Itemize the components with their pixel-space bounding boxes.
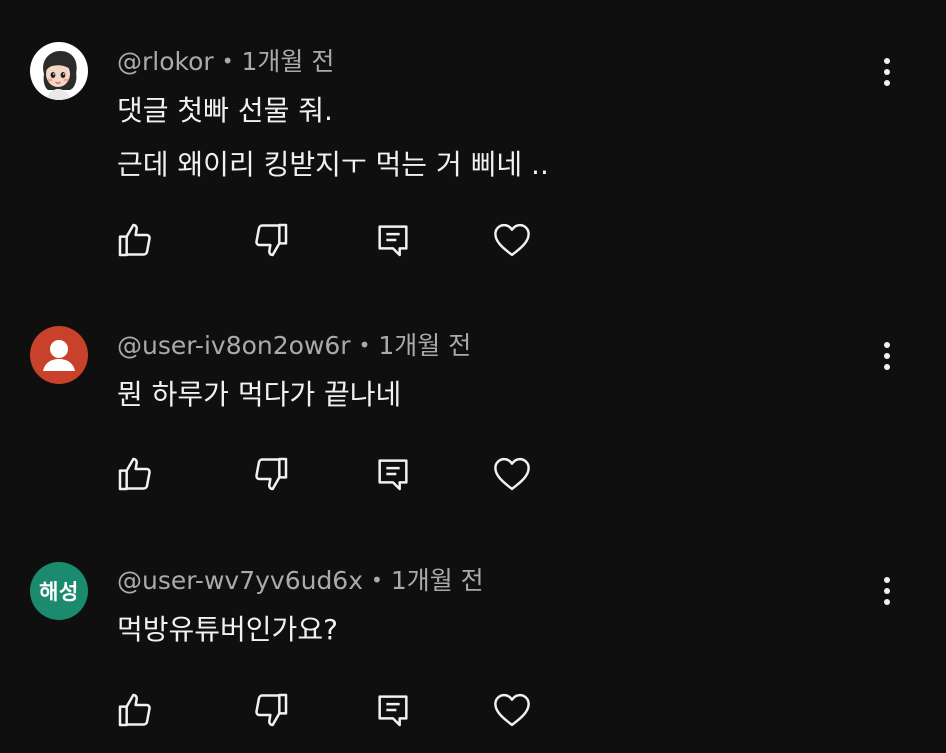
thumbs-down-icon [255, 693, 288, 727]
comment-text: 댓글 첫빠 선물 줘. 근데 왜이리 킹받지ㅜ 먹는 거 삐네 .. [117, 84, 549, 192]
avatar-text: 해성 [39, 580, 79, 604]
avatar-image [43, 51, 77, 100]
heart-button[interactable] [484, 446, 540, 502]
reply-icon [378, 695, 408, 727]
thumbs-down-icon [255, 223, 288, 257]
comment-username[interactable]: @user-wv7yv6ud6x [117, 566, 363, 595]
reply-button[interactable] [365, 682, 421, 738]
thumbs-up-icon [118, 223, 151, 257]
heart-icon [494, 223, 530, 257]
user-avatar[interactable] [30, 326, 88, 384]
more-options-button[interactable] [872, 571, 902, 611]
comment-username[interactable]: @rlokor [117, 47, 214, 76]
meta-separator: • [221, 49, 234, 73]
reply-button[interactable] [365, 212, 421, 268]
like-button[interactable] [107, 682, 163, 738]
comment-meta: @user-iv8on2ow6r • 1개월 전 [117, 330, 471, 361]
reply-button[interactable] [365, 446, 421, 502]
comment-username[interactable]: @user-iv8on2ow6r [117, 331, 351, 360]
more-vertical-icon [884, 577, 890, 605]
thumbs-up-icon [118, 457, 151, 491]
comment-meta: @rlokor • 1개월 전 [117, 46, 334, 77]
comment-time: 1개월 전 [378, 331, 472, 360]
comment-actions [100, 682, 560, 738]
meta-separator: • [358, 333, 371, 357]
comment-text-line: 뭔 하루가 먹다가 끝나네 [117, 378, 402, 411]
comment-actions [100, 446, 560, 502]
comment-meta: @user-wv7yv6ud6x • 1개월 전 [117, 565, 484, 596]
comment-time: 1개월 전 [390, 566, 484, 595]
comment-text-line: 근데 왜이리 킹받지ㅜ 먹는 거 삐네 .. [117, 148, 549, 181]
user-avatar[interactable] [30, 42, 88, 100]
default-person-icon [43, 340, 75, 371]
more-vertical-icon [884, 342, 890, 370]
heart-icon [494, 693, 530, 727]
meta-separator: • [371, 568, 383, 592]
heart-button[interactable] [484, 212, 540, 268]
thumbs-down-icon [255, 457, 288, 491]
comment-text: 먹방유튜버인가요? [117, 603, 338, 657]
reply-icon [378, 459, 408, 491]
more-vertical-icon [884, 58, 890, 86]
dislike-button[interactable] [243, 446, 299, 502]
comment-text: 뭔 하루가 먹다가 끝나네 [117, 368, 401, 422]
dislike-button[interactable] [243, 682, 299, 738]
reply-icon [378, 225, 408, 257]
like-button[interactable] [107, 446, 163, 502]
heart-icon [494, 457, 530, 491]
dislike-button[interactable] [243, 212, 299, 268]
comment-text-line: 댓글 첫빠 선물 줘. [117, 94, 333, 127]
comment-actions [100, 212, 560, 268]
more-options-button[interactable] [872, 52, 902, 92]
user-avatar[interactable]: 해성 [30, 562, 88, 620]
more-options-button[interactable] [872, 336, 902, 376]
like-button[interactable] [107, 212, 163, 268]
comment-text-line: 먹방유튜버인가요? [117, 613, 338, 646]
thumbs-up-icon [118, 693, 151, 727]
heart-button[interactable] [484, 682, 540, 738]
comment-time: 1개월 전 [241, 47, 335, 76]
